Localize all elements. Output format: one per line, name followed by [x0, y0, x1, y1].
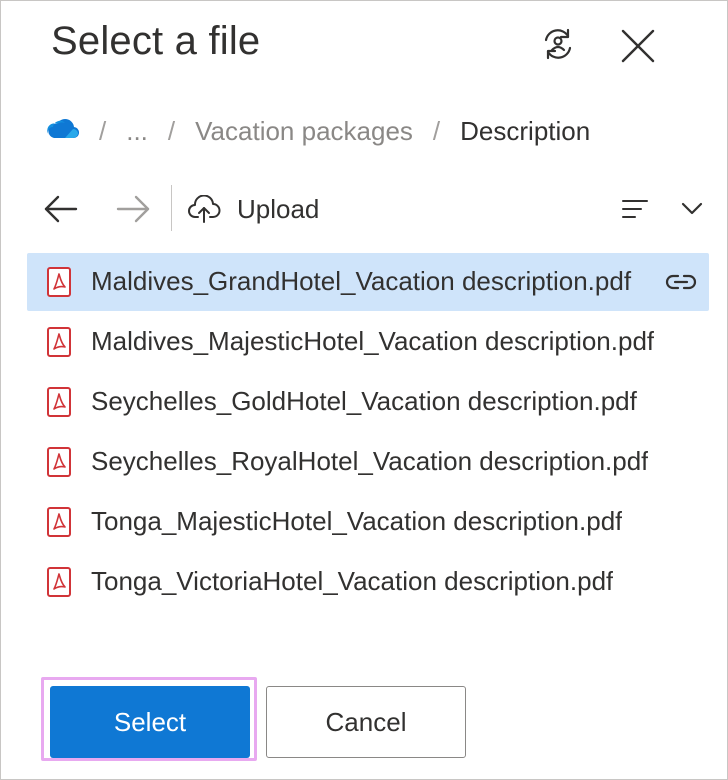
file-row[interactable]: Seychelles_GoldHotel_Vacation descriptio…	[27, 373, 709, 431]
toolbar-divider	[171, 185, 172, 231]
pdf-file-icon	[47, 327, 71, 357]
switch-account-button[interactable]	[537, 23, 579, 65]
back-button[interactable]	[41, 189, 81, 229]
pdf-file-icon	[47, 267, 71, 297]
upload-button[interactable]: Upload	[187, 189, 319, 229]
switch-account-icon	[544, 28, 572, 60]
select-button[interactable]: Select	[50, 686, 250, 758]
chevron-down-icon	[681, 202, 703, 215]
breadcrumb-separator: /	[99, 115, 107, 146]
dialog-title: Select a file	[51, 19, 261, 63]
file-row[interactable]: Maldives_GrandHotel_Vacation description…	[27, 253, 709, 311]
pdf-file-icon	[47, 507, 71, 537]
sort-menu-button[interactable]	[621, 189, 703, 229]
cancel-button[interactable]: Cancel	[266, 686, 466, 758]
breadcrumb-ellipsis[interactable]: ...	[126, 116, 148, 147]
arrow-left-icon	[44, 195, 78, 223]
file-list: Maldives_GrandHotel_Vacation description…	[27, 253, 709, 613]
close-button[interactable]	[615, 23, 661, 69]
arrow-right-icon	[116, 195, 150, 223]
sort-lines-icon	[622, 200, 648, 218]
pdf-file-icon	[47, 447, 71, 477]
file-name: Seychelles_GoldHotel_Vacation descriptio…	[91, 386, 637, 416]
breadcrumb: / ... / Vacation packages / Description	[45, 111, 590, 151]
file-row[interactable]: Maldives_MajesticHotel_Vacation descript…	[27, 313, 709, 371]
upload-label: Upload	[237, 193, 320, 224]
close-icon	[621, 29, 655, 63]
toolbar: Upload	[41, 185, 703, 233]
breadcrumb-current: Description	[460, 115, 591, 146]
file-row[interactable]: Tonga_MajesticHotel_Vacation description…	[27, 493, 709, 551]
forward-button[interactable]	[113, 189, 153, 229]
shared-link-icon	[665, 274, 697, 290]
pdf-file-icon	[47, 567, 71, 597]
file-name: Maldives_GrandHotel_Vacation description…	[91, 266, 632, 296]
file-row[interactable]: Seychelles_RoyalHotel_Vacation descripti…	[27, 433, 709, 491]
breadcrumb-separator: /	[432, 115, 441, 146]
cloud-upload-icon	[188, 195, 221, 223]
onedrive-cloud-icon[interactable]	[45, 116, 79, 147]
file-name: Seychelles_RoyalHotel_Vacation descripti…	[91, 446, 649, 476]
breadcrumb-separator: /	[167, 115, 176, 146]
file-name: Tonga_MajesticHotel_Vacation description…	[91, 506, 623, 536]
file-name: Tonga_VictoriaHotel_Vacation description…	[91, 566, 614, 596]
file-row[interactable]: Tonga_VictoriaHotel_Vacation description…	[27, 553, 709, 611]
pdf-file-icon	[47, 387, 71, 417]
file-picker-dialog: Select a file / ... / Vacation packages	[0, 0, 728, 780]
file-name: Maldives_MajesticHotel_Vacation descript…	[91, 326, 655, 356]
breadcrumb-vacation-packages[interactable]: Vacation packages	[195, 116, 413, 147]
